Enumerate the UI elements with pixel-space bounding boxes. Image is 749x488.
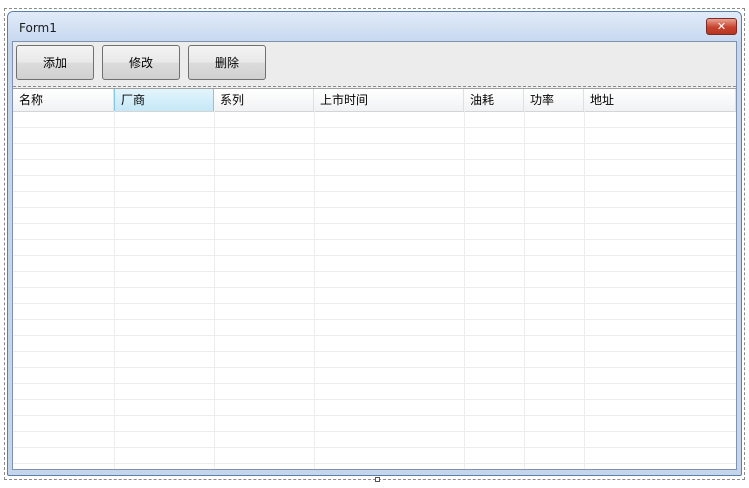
grid-column-line <box>114 111 115 469</box>
grid-row-line <box>13 271 736 272</box>
column-header-release-date[interactable]: 上市时间 <box>314 89 464 111</box>
grid-row-line <box>13 383 736 384</box>
grid-row-line <box>13 335 736 336</box>
column-header-fuel-consumption[interactable]: 油耗 <box>464 89 524 111</box>
column-header-power[interactable]: 功率 <box>524 89 584 111</box>
form-client-area: 添加 修改 删除 名称 厂商 系列 上市时间 油耗 功率 地址 <box>12 41 737 470</box>
grid-body[interactable] <box>13 111 736 469</box>
grid-row-line <box>13 319 736 320</box>
grid-column-line <box>214 111 215 469</box>
grid-row-line <box>13 255 736 256</box>
data-grid[interactable]: 名称 厂商 系列 上市时间 油耗 功率 地址 <box>13 88 736 469</box>
delete-button[interactable]: 删除 <box>188 45 266 80</box>
window-title: Form1 <box>19 21 57 35</box>
grid-column-line <box>464 111 465 469</box>
title-bar[interactable]: Form1 ✕ <box>8 12 741 42</box>
button-panel: 添加 修改 删除 <box>13 42 736 87</box>
add-button[interactable]: 添加 <box>16 45 94 80</box>
column-header-series[interactable]: 系列 <box>214 89 314 111</box>
grid-header: 名称 厂商 系列 上市时间 油耗 功率 地址 <box>13 89 736 112</box>
grid-row-line <box>13 159 736 160</box>
edit-button[interactable]: 修改 <box>102 45 180 80</box>
grid-column-line <box>524 111 525 469</box>
grid-row-line <box>13 207 736 208</box>
grid-row-line <box>13 303 736 304</box>
grid-row-line <box>13 191 736 192</box>
grid-row-line <box>13 223 736 224</box>
grid-row-line <box>13 239 736 240</box>
grid-row-line <box>13 287 736 288</box>
grid-row-line <box>13 447 736 448</box>
grid-column-line <box>584 111 585 469</box>
column-header-address[interactable]: 地址 <box>584 89 736 111</box>
grid-row-line <box>13 367 736 368</box>
grid-row-line <box>13 175 736 176</box>
form-window: Form1 ✕ 添加 修改 删除 名称 厂商 系列 上市时间 油耗 功率 地址 <box>7 11 742 476</box>
close-button[interactable]: ✕ <box>706 18 737 35</box>
close-icon: ✕ <box>716 20 727 33</box>
grid-row-line <box>13 351 736 352</box>
grid-column-line <box>314 111 315 469</box>
grid-row-line <box>13 143 736 144</box>
column-header-manufacturer[interactable]: 厂商 <box>114 89 214 111</box>
column-header-name[interactable]: 名称 <box>13 89 114 111</box>
grid-row-line <box>13 127 736 128</box>
grid-row-line <box>13 431 736 432</box>
resize-handle[interactable] <box>375 477 380 482</box>
grid-row-line <box>13 463 736 464</box>
grid-row-line <box>13 415 736 416</box>
grid-row-line <box>13 399 736 400</box>
